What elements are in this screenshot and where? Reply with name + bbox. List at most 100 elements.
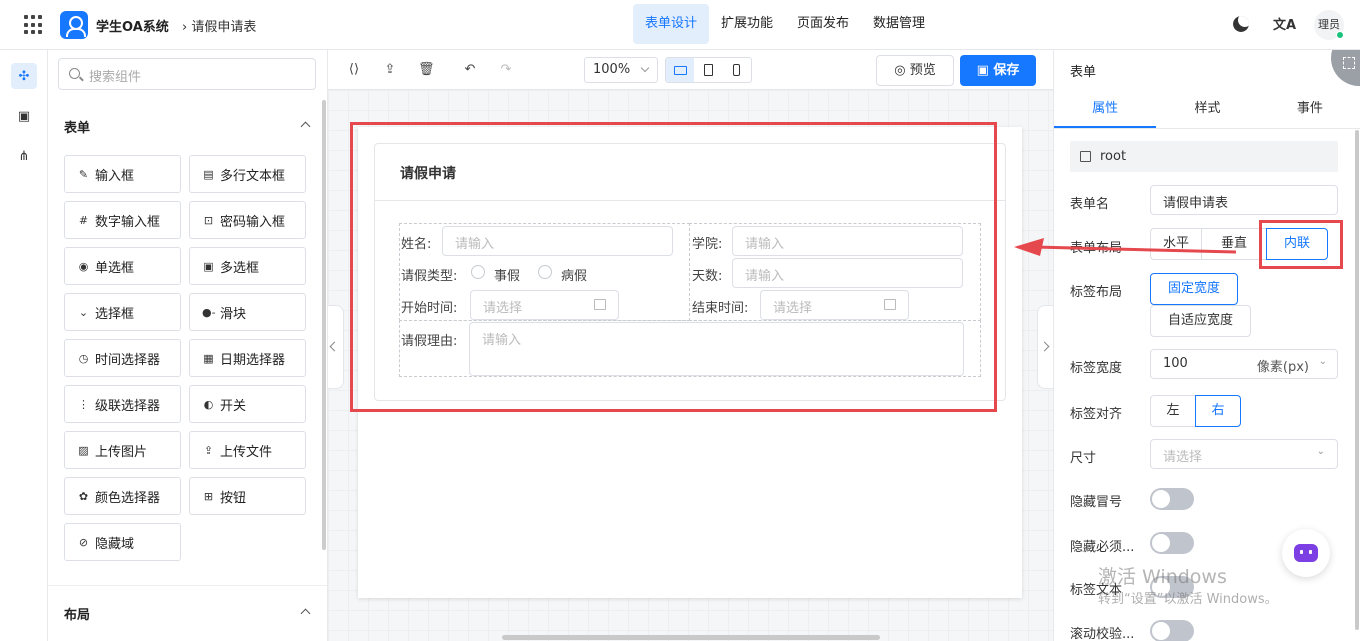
- save-icon: ▣: [976, 63, 994, 78]
- clock-icon: ◷: [78, 351, 89, 365]
- scroll-validate-toggle[interactable]: [1150, 620, 1194, 641]
- hide-colon-toggle[interactable]: [1150, 488, 1194, 510]
- component-radio[interactable]: ◉ 单选框: [64, 247, 181, 285]
- hide-colon-label: 隐藏冒号: [1070, 495, 1123, 510]
- undo-icon[interactable]: ↶: [462, 62, 478, 78]
- section-divider: [48, 585, 327, 586]
- zoom-select[interactable]: 100%: [584, 57, 658, 83]
- breadcrumb-form-name: 请假申请表: [191, 20, 257, 35]
- component-textarea[interactable]: ▤ 多行文本框: [189, 155, 306, 193]
- component-select[interactable]: ⌄ 选择框: [64, 293, 181, 331]
- component-date-picker[interactable]: ▦ 日期选择器: [189, 339, 306, 377]
- component-button[interactable]: ⊞ 按钮: [189, 477, 306, 515]
- canvas-horizontal-scrollbar[interactable]: [502, 635, 880, 640]
- pencil-icon: ✎: [78, 167, 89, 181]
- save-button[interactable]: ▣ 保存: [960, 55, 1036, 86]
- language-icon[interactable]: 文A: [1273, 14, 1296, 33]
- slider-icon: ●‐: [202, 305, 216, 319]
- annotation-arrow-line: [1033, 245, 1237, 254]
- component-color-picker[interactable]: ✿ 颜色选择器: [64, 477, 181, 515]
- trash-icon[interactable]: 🗑: [418, 62, 435, 78]
- component-hidden-field[interactable]: ⊘ 隐藏域: [64, 523, 181, 561]
- label-align-left-option[interactable]: 左: [1150, 395, 1196, 427]
- root-node-bar[interactable]: root: [1070, 141, 1338, 172]
- component-panel-scrollbar[interactable]: [322, 100, 326, 550]
- properties-scrollbar[interactable]: [1355, 130, 1359, 630]
- select-icon: ⌄: [78, 305, 89, 319]
- form-icon: [1080, 151, 1091, 162]
- properties-tabs: 属性 样式 事件: [1054, 90, 1360, 129]
- tab-events[interactable]: 事件: [1259, 90, 1360, 128]
- palette-icon: ✿: [78, 489, 89, 503]
- collapse-right-panel-handle[interactable]: [1037, 305, 1053, 389]
- component-label: 滑块: [220, 306, 247, 322]
- breadcrumb[interactable]: › 请假申请表: [182, 16, 256, 35]
- avatar[interactable]: 理员: [1314, 10, 1344, 40]
- desktop-icon[interactable]: [666, 58, 695, 82]
- label-width-value: 100: [1163, 356, 1188, 371]
- export-icon[interactable]: ⇪: [382, 62, 398, 78]
- tablet-icon[interactable]: [694, 58, 722, 82]
- label-layout-adaptive-option[interactable]: 自适应宽度: [1150, 305, 1251, 337]
- upload-icon: ⇪: [203, 443, 214, 457]
- size-select[interactable]: 请选择 ⌄: [1150, 439, 1338, 469]
- component-slider[interactable]: ●‐ 滑块: [189, 293, 306, 331]
- component-switch[interactable]: ◐ 开关: [189, 385, 306, 423]
- redo-icon[interactable]: ↷: [498, 62, 514, 78]
- assistant-bot-button[interactable]: [1282, 529, 1330, 577]
- component-checkbox[interactable]: ▣ 多选框: [189, 247, 306, 285]
- avatar-text: 理员: [1318, 18, 1340, 31]
- number-icon: #: [78, 213, 89, 227]
- tab-properties[interactable]: 属性: [1054, 90, 1157, 128]
- chevron-up-icon[interactable]: [300, 608, 311, 619]
- preview-button[interactable]: ◎ 预览: [876, 55, 954, 86]
- component-label: 日期选择器: [220, 352, 286, 368]
- label-align-right-option[interactable]: 右: [1195, 395, 1241, 427]
- left-rail: ✣ ▣ ⋔: [0, 50, 48, 641]
- component-password-input[interactable]: ⊡ 密码输入框: [189, 201, 306, 239]
- collapse-left-panel-handle[interactable]: [328, 305, 344, 389]
- tab-styles[interactable]: 样式: [1156, 90, 1258, 128]
- component-label: 多选框: [220, 260, 260, 276]
- component-upload-image[interactable]: ▨ 上传图片: [64, 431, 181, 469]
- chevron-up-icon[interactable]: [300, 121, 311, 132]
- app-grid-icon[interactable]: [24, 15, 44, 35]
- component-label: 上传图片: [95, 444, 148, 460]
- component-label: 选择框: [95, 306, 135, 322]
- component-input[interactable]: ✎ 输入框: [64, 155, 181, 193]
- fullscreen-corner-button[interactable]: [1331, 50, 1360, 86]
- component-upload-file[interactable]: ⇪ 上传文件: [189, 431, 306, 469]
- chevron-down-icon: ⌄: [1318, 356, 1327, 367]
- windows-activation-hint: 转到“设置”以激活 Windows。: [1098, 592, 1278, 607]
- label-width-unit[interactable]: 像素(px): [1257, 356, 1309, 375]
- components-puzzle-icon[interactable]: ✣: [11, 63, 37, 89]
- hide-required-toggle[interactable]: [1150, 532, 1194, 554]
- nav-form-design[interactable]: 表单设计: [633, 4, 710, 44]
- nav-publish[interactable]: 页面发布: [785, 4, 861, 44]
- root-label: root: [1100, 149, 1127, 164]
- label-layout-fixed-option[interactable]: 固定宽度: [1150, 273, 1238, 305]
- preview-label: 预览: [909, 63, 936, 78]
- code-block-icon[interactable]: ▣: [11, 103, 37, 129]
- phone-icon[interactable]: [723, 58, 751, 82]
- nav-data-management[interactable]: 数据管理: [861, 4, 937, 44]
- fullscreen-icon: [1343, 57, 1355, 69]
- component-number-input[interactable]: # 数字输入框: [64, 201, 181, 239]
- save-label: 保存: [993, 63, 1020, 78]
- component-cascader[interactable]: ⋮ 级联选择器: [64, 385, 181, 423]
- code-icon[interactable]: ⟨⟩: [346, 62, 362, 78]
- design-canvas[interactable]: 请假申请 姓名: 请输入 学院: 请输入 请假类型: 事假 病假 天数: 请输入…: [328, 90, 1053, 641]
- label-width-label: 标签宽度: [1070, 361, 1123, 376]
- component-search-input[interactable]: 搜索组件: [58, 58, 316, 90]
- app-name: 学生OA系统: [96, 20, 169, 35]
- radio-icon: ◉: [78, 259, 89, 273]
- component-time-picker[interactable]: ◷ 时间选择器: [64, 339, 181, 377]
- tree-structure-icon[interactable]: ⋔: [11, 143, 37, 169]
- nav-extensions[interactable]: 扩展功能: [709, 4, 785, 44]
- label-width-input[interactable]: 100 像素(px) ⌄: [1150, 349, 1338, 379]
- textarea-icon: ▤: [203, 167, 214, 181]
- dark-mode-moon-icon[interactable]: [1233, 16, 1249, 32]
- search-icon: [69, 68, 80, 79]
- form-name-input[interactable]: 请假申请表: [1150, 185, 1338, 215]
- label-layout-label: 标签布局: [1070, 285, 1123, 300]
